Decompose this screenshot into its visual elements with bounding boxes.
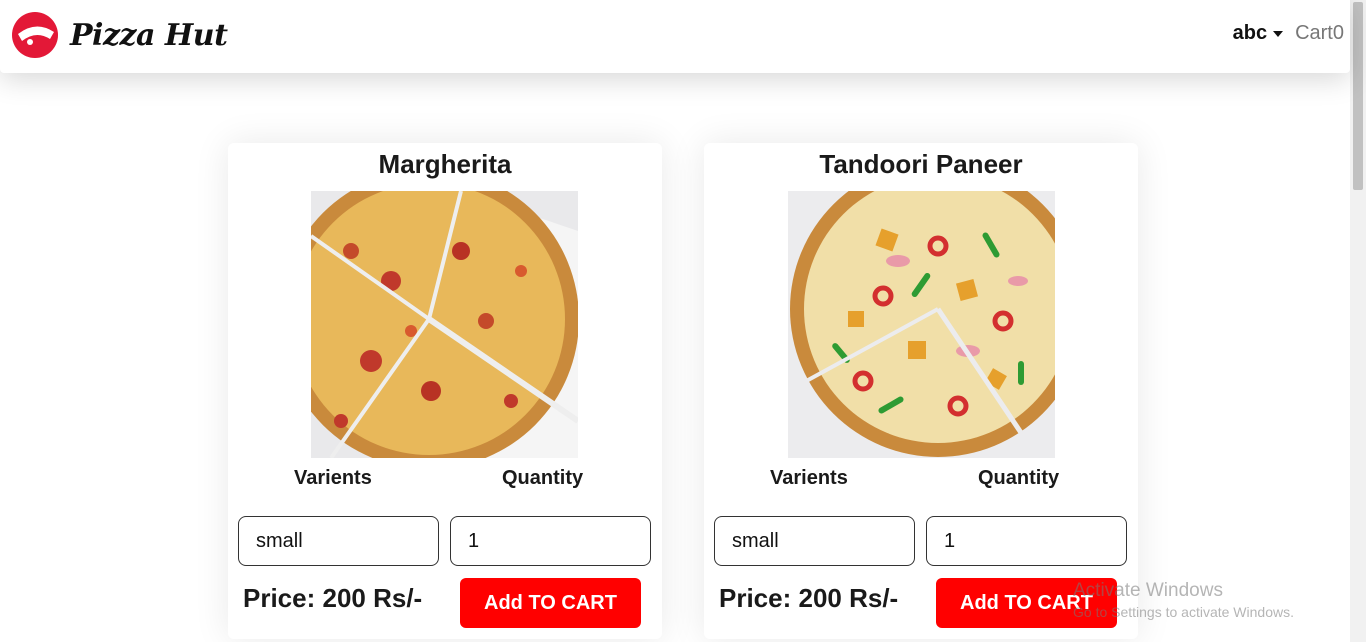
variants-label: Varients [770,467,848,489]
tandoori-paneer-pizza-image [788,191,1055,458]
cart-link[interactable]: Cart0 [1295,22,1344,45]
pizza-hut-logo[interactable]: Pizza Hut [10,12,228,58]
product-card-tandoori-paneer: Tandoori Paneer Varients Quantity small … [704,143,1138,639]
quantity-label: Quantity [502,467,584,489]
scrollbar-thumb[interactable] [1353,2,1363,190]
product-title: Margherita [378,149,512,179]
add-to-cart-button[interactable]: Add TO CART [460,578,641,628]
user-dropdown[interactable]: abc [1232,22,1284,45]
variant-select[interactable]: small [238,516,439,566]
cart-count: 0 [1332,22,1344,44]
product-card-margherita: Margherita Varients Quantity small 1 Pri… [228,143,662,639]
price-text: Price: 200 Rs/- [243,583,423,613]
cart-label: Cart [1295,22,1333,44]
pizza-hut-logo-icon [12,12,58,58]
quantity-label: Quantity [978,467,1060,489]
margherita-pizza-image [311,191,578,458]
page-scrollbar[interactable] [1350,0,1366,642]
variant-select[interactable]: small [714,516,915,566]
variants-label: Varients [294,467,372,489]
quantity-select[interactable]: 1 [450,516,651,566]
brand-name: Pizza Hut [70,17,228,53]
caret-down-icon [1273,30,1284,37]
user-name: abc [1232,22,1268,44]
add-to-cart-button[interactable]: Add TO CART [936,578,1117,628]
navbar: Pizza Hut abc Cart0 [0,0,1350,73]
product-title: Tandoori Paneer [819,149,1023,179]
quantity-select[interactable]: 1 [926,516,1127,566]
price-text: Price: 200 Rs/- [719,583,899,613]
